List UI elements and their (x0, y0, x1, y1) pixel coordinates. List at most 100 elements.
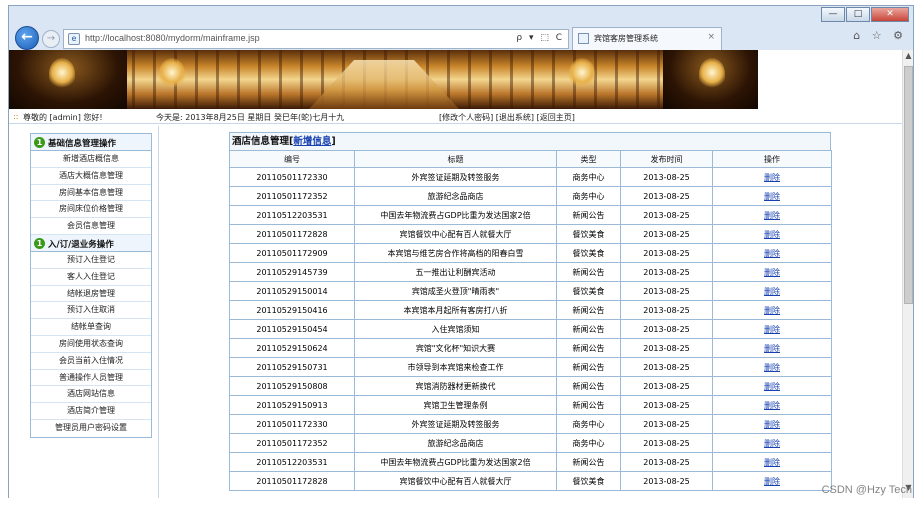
type-cell: 新闻公告 (556, 376, 621, 396)
menu-section-title: 基础信息管理操作 (48, 139, 117, 149)
publish-date-cell: 2013-08-25 (620, 414, 713, 434)
back-button[interactable]: ← (15, 26, 39, 50)
info-table: 编号 标题 类型 发布时间 操作 20110501172330 外宾签证延期及转签服务 商务… (229, 150, 832, 491)
delete-link[interactable]: 删除 (712, 433, 832, 453)
title-bar: — □ ✕ (9, 6, 913, 24)
type-cell: 新闻公告 (556, 300, 621, 320)
column-header: 发布时间 (620, 150, 713, 168)
type-cell: 商务中心 (556, 186, 621, 206)
add-info-link[interactable]: 新增信息 (293, 136, 331, 147)
type-cell: 新闻公告 (556, 319, 621, 339)
table-row: 20110501172828 宾馆餐饮中心配有百人就餐大厅 餐饮美食 2013-08-… (229, 471, 832, 491)
table-body: 20110501172330 外宾签证延期及转签服务 商务中心 2013-08-25 删… (229, 167, 832, 491)
menu-item[interactable]: 普通操作人员管理 (31, 370, 151, 387)
menu-item[interactable]: 房间使用状态查询 (31, 336, 151, 353)
delete-link[interactable]: 删除 (712, 376, 832, 396)
menu-item[interactable]: 客人入住登记 (31, 269, 151, 286)
delete-link[interactable]: 删除 (712, 471, 832, 491)
title-cell: 旅游纪念品商店 (354, 433, 557, 453)
type-cell: 商务中心 (556, 433, 621, 453)
menu-item[interactable]: 酒店大概信息管理 (31, 168, 151, 185)
delete-link[interactable]: 删除 (712, 395, 832, 415)
type-cell: 新闻公告 (556, 262, 621, 282)
close-window-button[interactable]: ✕ (871, 7, 909, 22)
publish-date-cell: 2013-08-25 (620, 205, 713, 225)
publish-date-cell: 2013-08-25 (620, 452, 713, 472)
table-row: 20110529150624 宾馆"文化杯"知识大赛 新闻公告 2013-08-25 删… (229, 338, 832, 358)
table-row: 20110529150808 宾馆消防器材更新换代 新闻公告 2013-08-25 删除 (229, 376, 832, 396)
page-icon: e (68, 33, 80, 45)
table-row: 20110529150731 市领导到本宾馆来检查工作 新闻公告 2013-08-25… (229, 357, 832, 377)
date-text: 今天是: 2013年8月25日 星期日 癸巳年(蛇)七月十九 (156, 113, 345, 122)
browser-tab[interactable]: 宾馆客房管理系统 × (572, 27, 722, 50)
delete-link[interactable]: 删除 (712, 262, 832, 282)
menu-item[interactable]: 酒店网站信息 (31, 386, 151, 404)
publish-date-cell: 2013-08-25 (620, 243, 713, 263)
title-cell: 宾馆餐饮中心配有百人就餐大厅 (354, 224, 557, 244)
address-bar[interactable]: e http://localhost:8080/mydorm/mainframe… (63, 29, 569, 49)
record-id-cell: 20110529150808 (229, 376, 355, 396)
hotel-info-panel: 酒店信息管理[新增信息] 编号 标题 类型 发布时间 操作 20110501172330… (229, 132, 832, 491)
title-cell: 宾馆餐饮中心配有百人就餐大厅 (354, 471, 557, 491)
minimize-button[interactable]: — (821, 7, 845, 22)
table-row: 20110529150416 本宾馆本月起所有客房打八折 新闻公告 2013-08-2… (229, 300, 832, 320)
menu-section-header: 1 基础信息管理操作 (31, 134, 151, 151)
home-favorites-settings-icons[interactable]: ⌂ ☆ ⚙ (853, 29, 907, 42)
title-cell: 入住宾馆须知 (354, 319, 557, 339)
delete-link[interactable]: 删除 (712, 414, 832, 434)
bullet-icon: :: (13, 112, 19, 121)
publish-date-cell: 2013-08-25 (620, 395, 713, 415)
address-tools-icon[interactable]: ρ ▾ ⬚ C (516, 33, 564, 43)
delete-link[interactable]: 删除 (712, 452, 832, 472)
tab-close-icon[interactable]: × (707, 32, 715, 42)
menu-item[interactable]: 会员当前入住情况 (31, 353, 151, 370)
publish-date-cell: 2013-08-25 (620, 433, 713, 453)
green-info-icon: 1 (34, 137, 45, 148)
menu-item[interactable]: 房间基本信息管理 (31, 185, 151, 202)
delete-link[interactable]: 删除 (712, 319, 832, 339)
menu-item[interactable]: 新增酒店概信息 (31, 151, 151, 168)
record-id-cell: 20110529145739 (229, 262, 355, 282)
title-cell: 外宾签证延期及转签服务 (354, 167, 557, 187)
menu-item[interactable]: 结帐退房管理 (31, 286, 151, 303)
table-row: 20110529145739 五一推出让利酬宾活动 新闻公告 2013-08-25 删除 (229, 262, 832, 282)
record-id-cell: 20110501172352 (229, 433, 355, 453)
delete-link[interactable]: 删除 (712, 186, 832, 206)
table-row: 20110501172330 外宾签证延期及转签服务 商务中心 2013-08-25 删… (229, 414, 832, 434)
table-row: 20110512203531 中国去年物流费占GDP比重为发达国家2倍 新闻公告 20… (229, 205, 832, 225)
delete-link[interactable]: 删除 (712, 357, 832, 377)
delete-link[interactable]: 删除 (712, 281, 832, 301)
delete-link[interactable]: 删除 (712, 205, 832, 225)
menu-item[interactable]: 房间床位价格管理 (31, 201, 151, 219)
delete-link[interactable]: 删除 (712, 338, 832, 358)
menu-item[interactable]: 预订入住登记 (31, 252, 151, 269)
title-cell: 本宾馆本月起所有客房打八折 (354, 300, 557, 320)
record-id-cell: 20110501172828 (229, 224, 355, 244)
scrollbar-thumb[interactable] (904, 66, 913, 304)
table-row: 20110529150454 入住宾馆须知 新闻公告 2013-08-25 删除 (229, 319, 832, 339)
account-links[interactable]: [修改个人密码] [退出系统] [返回主页] (439, 112, 575, 123)
record-id-cell: 20110529150454 (229, 319, 355, 339)
delete-link[interactable]: 删除 (712, 300, 832, 320)
publish-date-cell: 2013-08-25 (620, 186, 713, 206)
menu-item[interactable]: 结帐单查询 (31, 319, 151, 336)
menu-item[interactable]: 酒店简介管理 (31, 403, 151, 420)
type-cell: 商务中心 (556, 167, 621, 187)
menu-item[interactable]: 预订入住取消 (31, 302, 151, 320)
side-menu: 1 基础信息管理操作 新增酒店概信息 酒店大概信息管理 房间基本信息管理 房间床位价格管理… (30, 133, 152, 438)
title-cell: 中国去年物流费占GDP比重为发达国家2倍 (354, 452, 557, 472)
title-cell: 宾馆卫生管理条例 (354, 395, 557, 415)
forward-button[interactable]: → (42, 30, 60, 48)
delete-link[interactable]: 删除 (712, 243, 832, 263)
maximize-button[interactable]: □ (846, 7, 870, 22)
scroll-up-icon[interactable]: ▲ (903, 51, 914, 65)
delete-link[interactable]: 删除 (712, 224, 832, 244)
menu-item[interactable]: 会员信息管理 (31, 218, 151, 235)
title-cell: 五一推出让利酬宾活动 (354, 262, 557, 282)
menu-item[interactable]: 管理员用户密码设置 (31, 420, 151, 437)
url-text[interactable]: http://localhost:8080/mydorm/mainframe.j… (85, 33, 260, 43)
record-id-cell: 20110501172330 (229, 167, 355, 187)
delete-link[interactable]: 删除 (712, 167, 832, 187)
vertical-scrollbar[interactable]: ▲ ▼ (902, 50, 913, 498)
table-row: 20110501172352 旅游纪念品商店 商务中心 2013-08-25 删除 (229, 186, 832, 206)
